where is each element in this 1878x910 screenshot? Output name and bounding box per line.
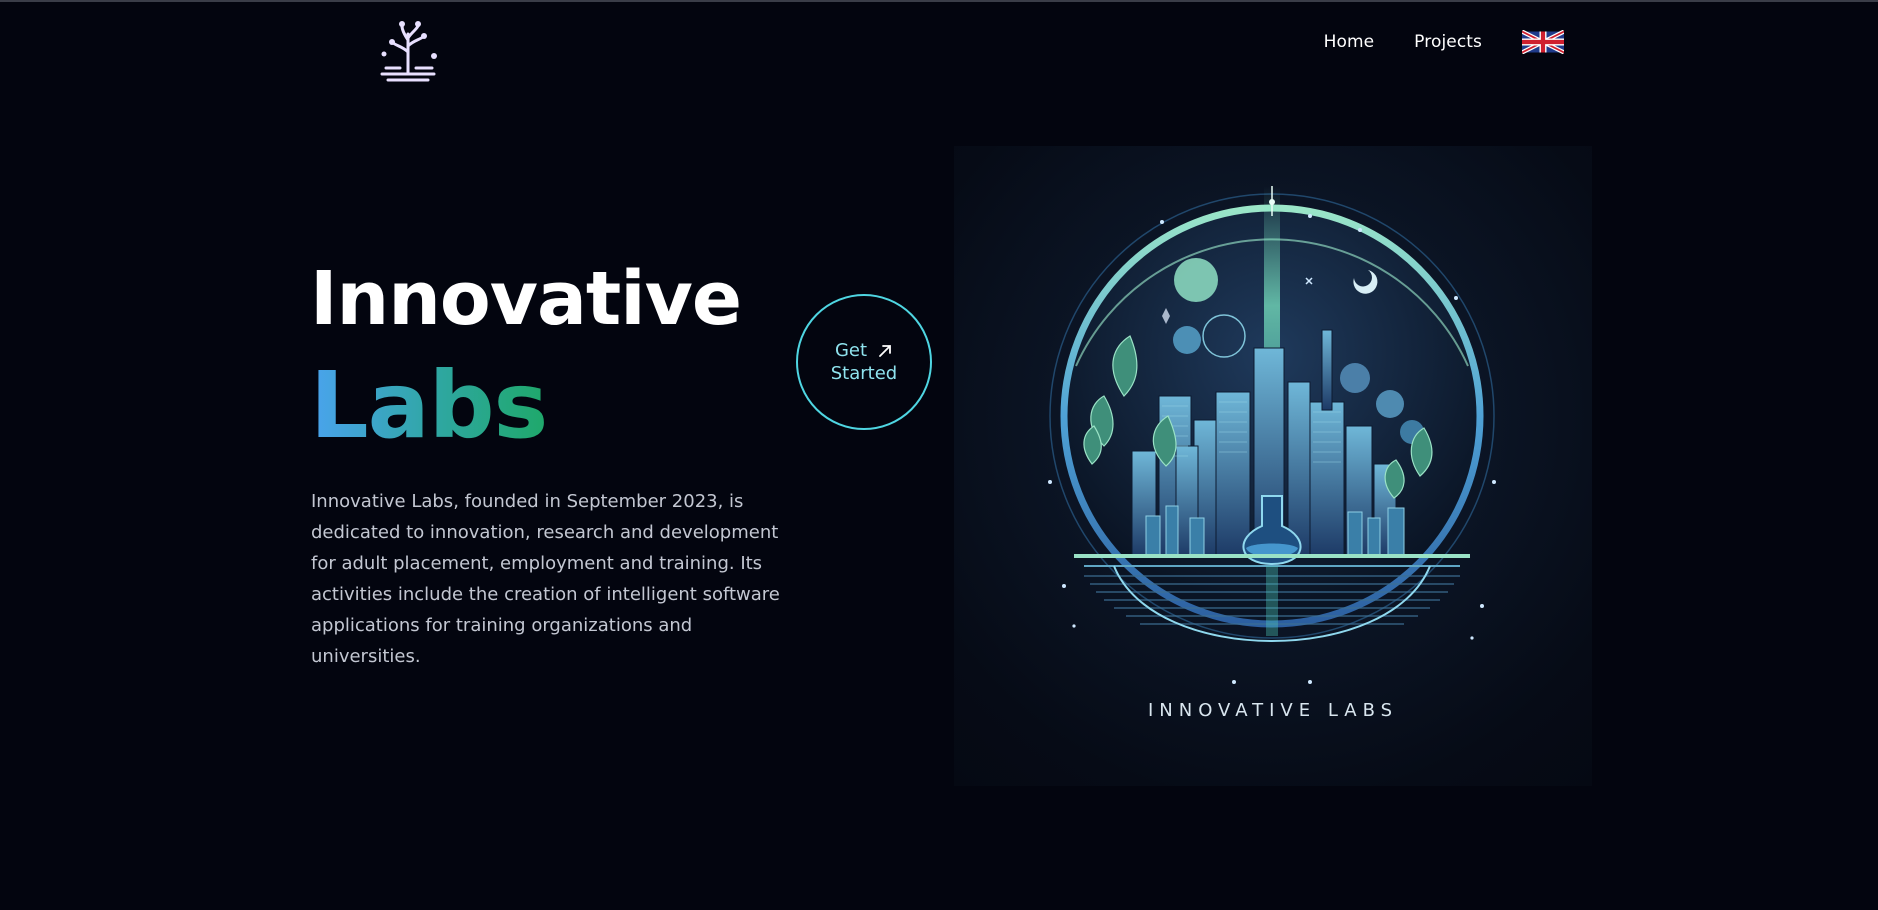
language-switcher[interactable] <box>1522 30 1564 54</box>
hero-description: Innovative Labs, founded in September 20… <box>311 491 780 667</box>
nav-projects-link[interactable]: Projects <box>1414 32 1482 52</box>
hero-title-line2: Labs <box>310 352 548 459</box>
cta-label-line2: Started <box>830 363 898 384</box>
cta-label-line1: Get <box>834 340 868 361</box>
nav-home-link[interactable]: Home <box>1324 32 1375 52</box>
site-logo[interactable] <box>372 12 444 84</box>
hero-artwork: INNOVATIVE LABS <box>954 146 1592 786</box>
artwork-label: INNOVATIVE LABS <box>1147 700 1399 721</box>
main-nav: Home Projects <box>1324 30 1564 54</box>
get-started-button[interactable]: Get Started <box>796 294 932 430</box>
hero-title-line1: Innovative <box>310 256 742 342</box>
top-border <box>0 0 1878 2</box>
arrow-up-right-icon <box>879 344 891 357</box>
plant-circuit-logo-icon <box>380 21 437 82</box>
landing-page: Home Projects Innovative Labs Innovative… <box>0 0 1878 910</box>
lab-city-illustration <box>1048 186 1496 684</box>
uk-flag-icon <box>1522 30 1564 54</box>
